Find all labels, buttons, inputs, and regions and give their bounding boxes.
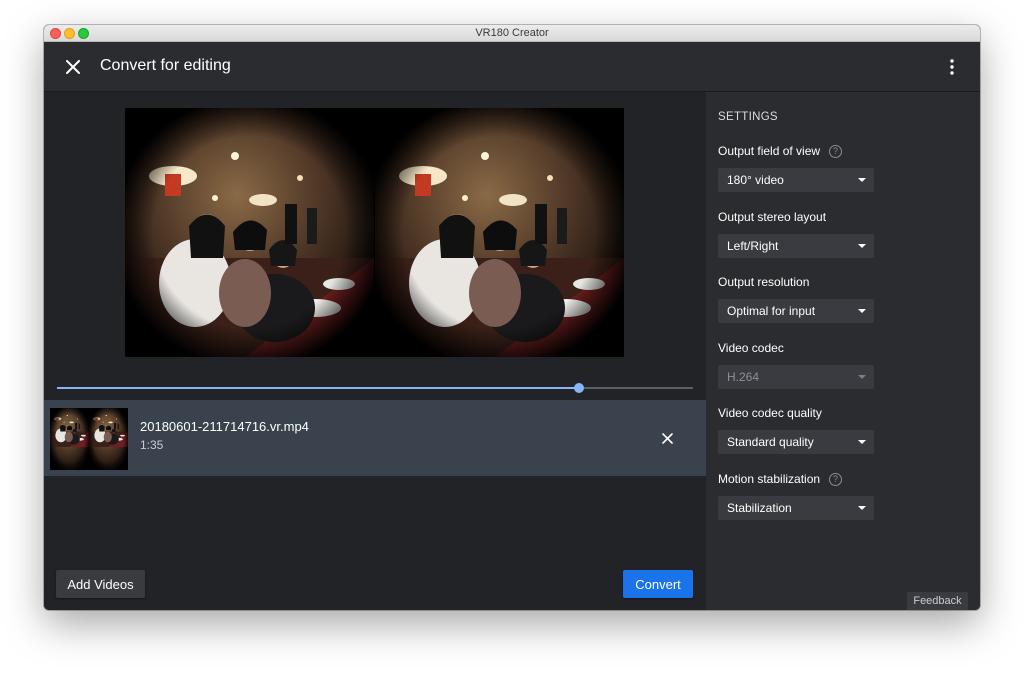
help-icon[interactable]: ? [829,472,843,486]
stereo-layout-value: Left/Right [727,239,779,253]
preview-left-eye [125,108,374,357]
video-thumbnail [50,408,128,470]
more-options-button[interactable] [940,55,964,79]
setting-stabilization: Motion stabilization ? Stabilization [718,471,968,520]
video-duration: 1:35 [140,438,164,452]
field-of-view-value: 180° video [727,173,784,187]
setting-stereo-layout: Output stereo layout Left/Right [718,209,968,258]
video-codec-value: H.264 [727,370,760,384]
stereo-layout-label: Output stereo layout [718,210,827,224]
scene-image [125,108,374,357]
stabilization-value: Stabilization [727,501,792,515]
feedback-button[interactable]: Feedback [907,592,968,610]
stabilization-label: Motion stabilization [718,472,821,486]
video-file-name: 20180601-211714716.vr.mp4 [140,419,309,434]
codec-quality-value: Standard quality [727,435,814,449]
scrubber-handle[interactable] [573,383,584,393]
setting-video-codec: Video codec H.264 [718,340,968,389]
codec-quality-select[interactable]: Standard quality [718,430,874,454]
preview-right-eye [375,108,624,357]
title-bar: VR180 Creator [44,25,980,42]
scene-image [50,408,89,470]
stabilization-select[interactable]: Stabilization [718,496,874,520]
app-window: VR180 Creator Convert for editing 201806… [44,25,980,610]
settings-panel: SETTINGS Output field of view ? 180° vid… [706,92,980,610]
settings-heading: SETTINGS [718,111,778,123]
left-pane: 20180601-211714716.vr.mp4 1:35 Add Video… [44,92,706,610]
video-codec-label: Video codec [718,341,784,355]
close-icon [66,60,80,74]
stereo-layout-select[interactable]: Left/Right [718,234,874,258]
page-title: Convert for editing [100,57,231,74]
close-icon [661,432,673,444]
convert-button[interactable]: Convert [623,570,693,598]
resolution-value: Optimal for input [727,304,816,318]
codec-quality-label: Video codec quality [718,406,822,420]
app-header: Convert for editing [44,42,980,92]
video-list-item[interactable]: 20180601-211714716.vr.mp4 1:35 [44,400,706,476]
resolution-label: Output resolution [718,275,810,289]
setting-resolution: Output resolution Optimal for input [718,274,968,323]
setting-codec-quality: Video codec quality Standard quality [718,405,968,454]
dropdown-arrow-icon [858,440,866,444]
add-videos-button[interactable]: Add Videos [56,570,145,598]
field-of-view-select[interactable]: 180° video [718,168,874,192]
field-of-view-label: Output field of view [718,144,821,158]
close-button[interactable] [61,55,85,79]
scene-image [89,408,128,470]
dropdown-arrow-icon [858,309,866,313]
video-codec-select: H.264 [718,365,874,389]
help-icon[interactable]: ? [829,144,843,158]
setting-field-of-view: Output field of view ? 180° video [718,143,968,192]
dropdown-arrow-icon [858,178,866,182]
dropdown-arrow-icon [858,375,866,379]
more-vert-icon [950,59,954,75]
scrubber-progress [57,387,579,389]
window-title: VR180 Creator [475,27,549,39]
remove-video-button[interactable] [656,427,678,449]
playback-scrubber[interactable] [57,381,693,395]
dropdown-arrow-icon [858,244,866,248]
dropdown-arrow-icon [858,506,866,510]
scene-image [375,108,624,357]
resolution-select[interactable]: Optimal for input [718,299,874,323]
video-preview [125,108,624,357]
